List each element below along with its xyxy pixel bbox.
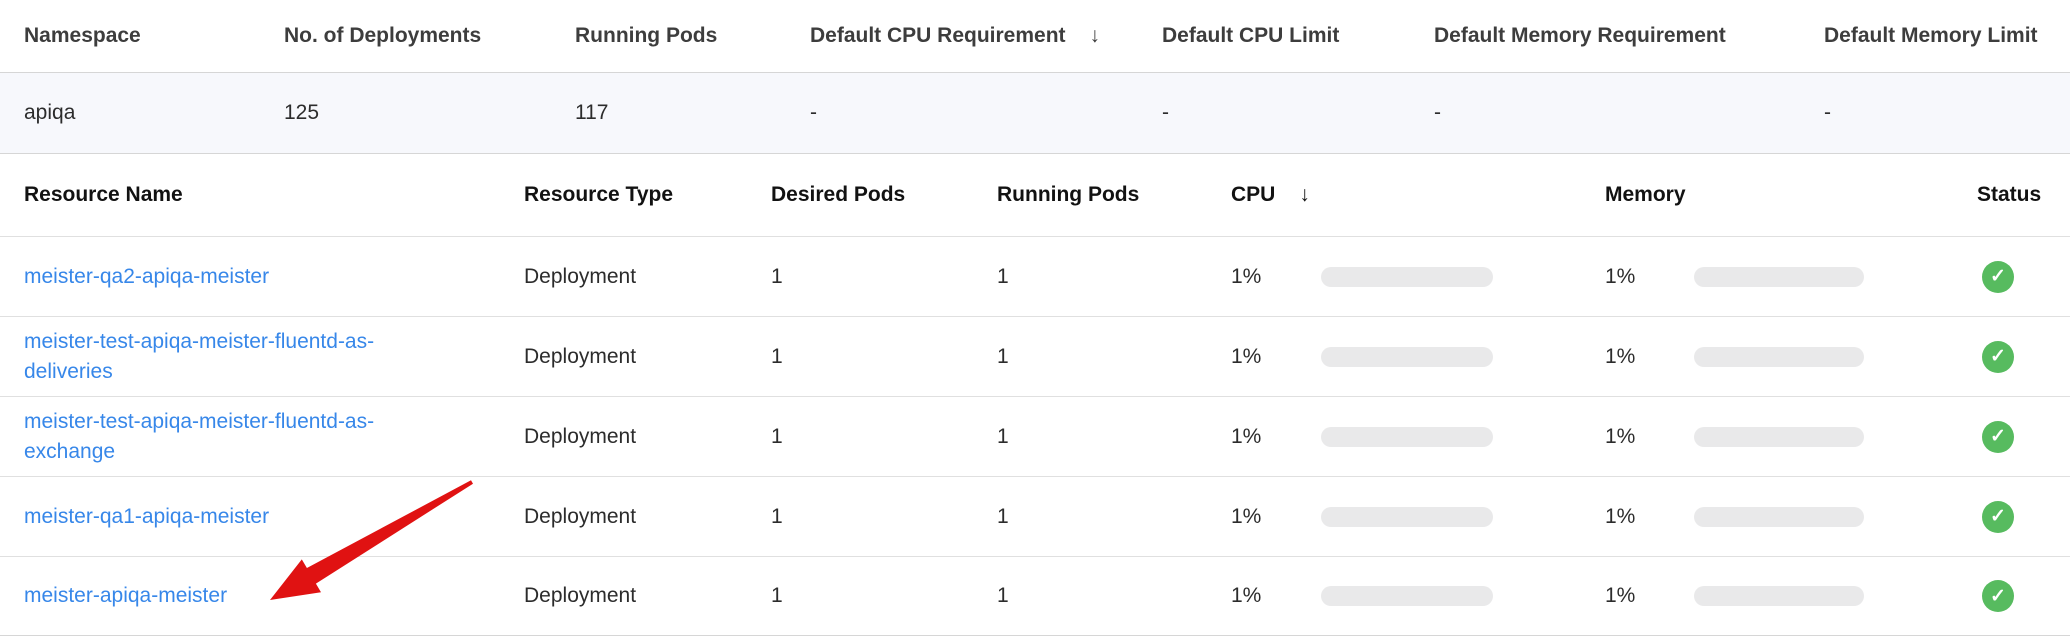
- status-success-icon: ✓: [1982, 421, 2014, 453]
- cpu-usage: 1%: [1231, 345, 1605, 369]
- running-pods: 1: [997, 425, 1231, 449]
- resource-type: Deployment: [524, 345, 771, 369]
- resource-link-meister-apiqa-meister[interactable]: meister-apiqa-meister: [24, 581, 227, 611]
- desired-pods: 1: [771, 265, 997, 289]
- memory-progress-bar: [1694, 347, 1864, 367]
- column-header-namespace[interactable]: Namespace: [24, 24, 284, 48]
- namespace-row-apiqa[interactable]: apiqa 125 117 - - - -: [0, 72, 2070, 154]
- column-header-default-cpu-limit[interactable]: Default CPU Limit: [1162, 24, 1434, 48]
- column-header-running-pods[interactable]: Running Pods: [575, 24, 810, 48]
- column-header-desired-pods[interactable]: Desired Pods: [771, 183, 997, 207]
- cpu-progress-bar: [1321, 347, 1493, 367]
- cpu-progress-bar: [1321, 427, 1493, 447]
- memory-usage: 1%: [1605, 345, 1977, 369]
- deployments-count: 125: [284, 101, 575, 125]
- memory-progress-bar: [1694, 586, 1864, 606]
- memory-percent-label: 1%: [1605, 584, 1694, 608]
- status-success-icon: ✓: [1982, 501, 2014, 533]
- status-success-icon: ✓: [1982, 341, 2014, 373]
- namespace-deployments-page: Namespace No. of Deployments Running Pod…: [0, 0, 2070, 642]
- resource-link[interactable]: meister-test-apiqa-meister-fluentd-as-de…: [24, 327, 399, 387]
- memory-percent-label: 1%: [1605, 425, 1694, 449]
- memory-percent-label: 1%: [1605, 265, 1694, 289]
- column-header-default-memory-limit[interactable]: Default Memory Limit: [1824, 24, 2070, 48]
- memory-percent-label: 1%: [1605, 345, 1694, 369]
- cpu-percent-label: 1%: [1231, 425, 1321, 449]
- desired-pods: 1: [771, 345, 997, 369]
- memory-progress-bar: [1694, 427, 1864, 447]
- status-success-icon: ✓: [1982, 580, 2014, 612]
- column-header-default-memory-requirement[interactable]: Default Memory Requirement: [1434, 24, 1824, 48]
- running-pods: 1: [997, 345, 1231, 369]
- column-header-status[interactable]: Status: [1977, 183, 2070, 207]
- desired-pods: 1: [771, 584, 997, 608]
- cpu-usage: 1%: [1231, 505, 1605, 529]
- cpu-progress-bar: [1321, 267, 1493, 287]
- column-header-resource-name[interactable]: Resource Name: [24, 183, 524, 207]
- resource-type: Deployment: [524, 265, 771, 289]
- memory-percent-label: 1%: [1605, 505, 1694, 529]
- default-cpu-limit-value: -: [1162, 101, 1434, 125]
- table-row: meister-qa2-apiqa-meister Deployment 1 1…: [0, 236, 2070, 316]
- column-header-cpu[interactable]: CPU ↓: [1231, 183, 1605, 207]
- running-pods-count: 117: [575, 101, 810, 125]
- memory-usage: 1%: [1605, 584, 1977, 608]
- status-success-icon: ✓: [1982, 261, 2014, 293]
- namespace-table-header: Namespace No. of Deployments Running Pod…: [0, 0, 2070, 72]
- memory-usage: 1%: [1605, 425, 1977, 449]
- memory-progress-bar: [1694, 267, 1864, 287]
- memory-usage: 1%: [1605, 505, 1977, 529]
- cpu-progress-bar: [1321, 507, 1493, 527]
- default-cpu-requirement-value: -: [810, 101, 1162, 125]
- sort-desc-icon[interactable]: ↓: [1299, 183, 1310, 207]
- column-header-running-pods[interactable]: Running Pods: [997, 183, 1231, 207]
- column-header-resource-type[interactable]: Resource Type: [524, 183, 771, 207]
- default-memory-limit-value: -: [1824, 101, 2070, 125]
- cpu-usage: 1%: [1231, 584, 1605, 608]
- cpu-percent-label: 1%: [1231, 345, 1321, 369]
- column-header-default-cpu-requirement[interactable]: Default CPU Requirement ↓: [810, 24, 1162, 48]
- cpu-percent-label: 1%: [1231, 265, 1321, 289]
- cpu-usage: 1%: [1231, 425, 1605, 449]
- memory-usage: 1%: [1605, 265, 1977, 289]
- running-pods: 1: [997, 505, 1231, 529]
- default-memory-requirement-value: -: [1434, 101, 1824, 125]
- table-row: meister-test-apiqa-meister-fluentd-as-ex…: [0, 396, 2070, 476]
- cpu-progress-bar: [1321, 586, 1493, 606]
- running-pods: 1: [997, 584, 1231, 608]
- table-row: meister-test-apiqa-meister-fluentd-as-de…: [0, 316, 2070, 396]
- running-pods: 1: [997, 265, 1231, 289]
- desired-pods: 1: [771, 505, 997, 529]
- column-header-deployments[interactable]: No. of Deployments: [284, 24, 575, 48]
- resource-type: Deployment: [524, 425, 771, 449]
- desired-pods: 1: [771, 425, 997, 449]
- cpu-usage: 1%: [1231, 265, 1605, 289]
- cpu-percent-label: 1%: [1231, 584, 1321, 608]
- namespace-name: apiqa: [24, 101, 284, 125]
- memory-progress-bar: [1694, 507, 1864, 527]
- column-header-memory[interactable]: Memory: [1605, 183, 1977, 207]
- resource-type: Deployment: [524, 505, 771, 529]
- resource-link[interactable]: meister-qa2-apiqa-meister: [24, 262, 269, 292]
- cpu-percent-label: 1%: [1231, 505, 1321, 529]
- resource-link[interactable]: meister-test-apiqa-meister-fluentd-as-ex…: [24, 407, 399, 467]
- resource-link[interactable]: meister-qa1-apiqa-meister: [24, 502, 269, 532]
- table-row: meister-apiqa-meister Deployment 1 1 1% …: [0, 556, 2070, 636]
- table-row: meister-qa1-apiqa-meister Deployment 1 1…: [0, 476, 2070, 556]
- resource-type: Deployment: [524, 584, 771, 608]
- sort-desc-icon[interactable]: ↓: [1090, 24, 1101, 48]
- resource-table-header: Resource Name Resource Type Desired Pods…: [0, 154, 2070, 236]
